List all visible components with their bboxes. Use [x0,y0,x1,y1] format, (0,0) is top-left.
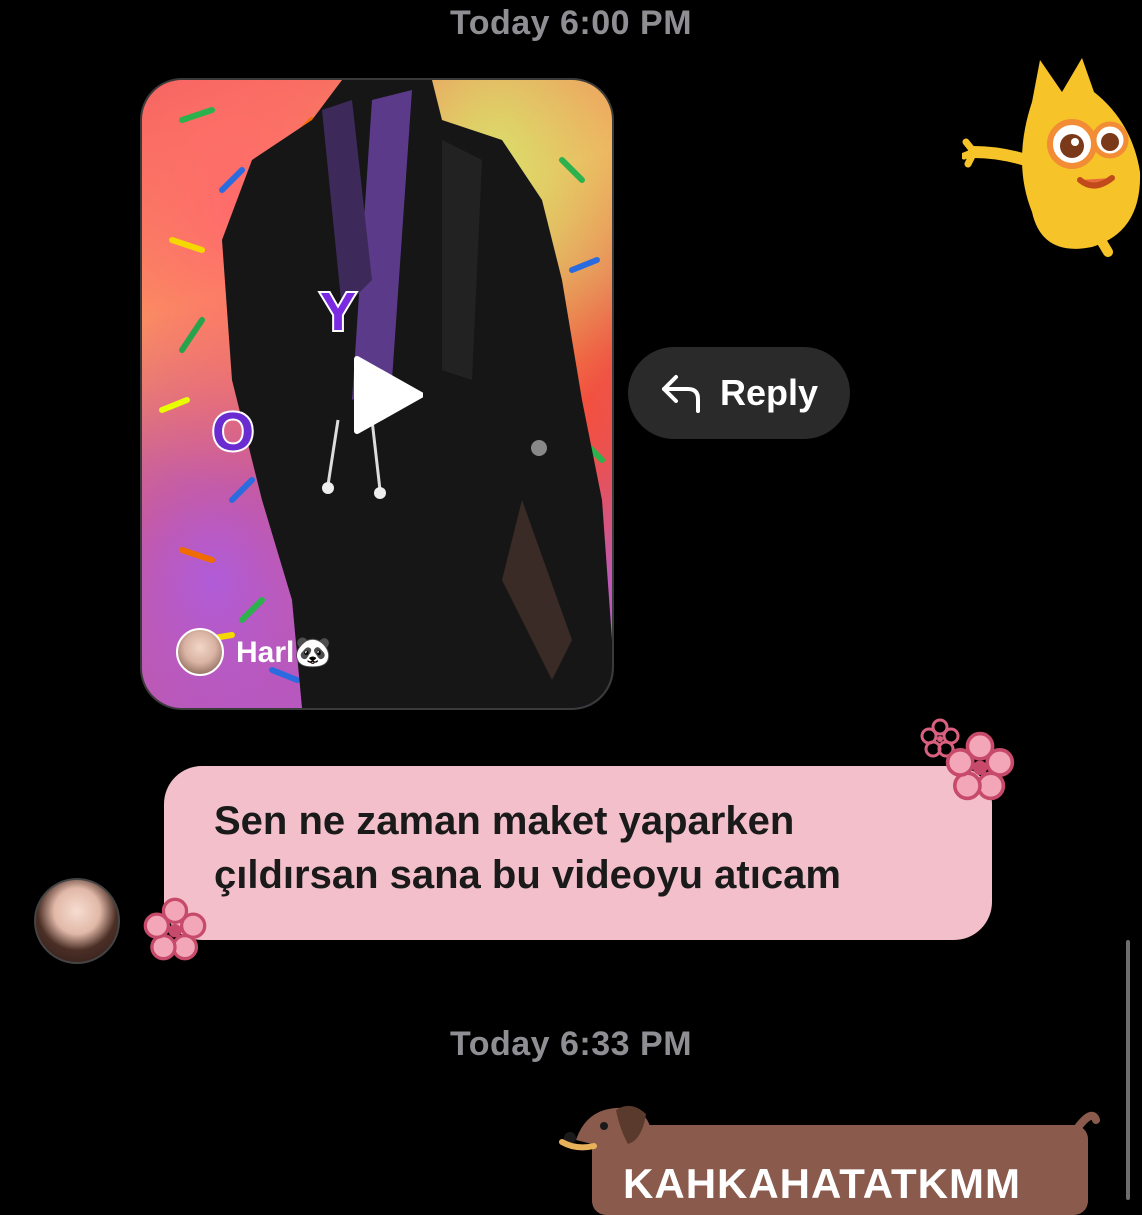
flower-sticker [143,897,207,961]
svg-text:O: O [212,402,254,462]
svg-text:Y: Y [320,282,356,342]
author-avatar [176,628,224,676]
author-name: Harl🐼 [236,635,332,669]
sender-avatar[interactable] [34,878,120,964]
flower-sticker [945,731,1015,801]
reply-button[interactable]: Reply [628,347,850,439]
timestamp: Today 6:33 PM [449,1025,693,1063]
video-author: Harl🐼 [176,628,332,676]
play-icon [354,356,423,434]
video-message[interactable]: O Y Harl🐼 [140,78,614,710]
incoming-message-text: Sen ne zaman maket yaparken çıldırsan sa… [214,799,841,897]
reply-label: Reply [719,372,819,413]
mascot-sticker [962,58,1141,257]
timestamp: Today 6:00 PM [449,4,693,42]
scrollbar[interactable] [1126,940,1130,1200]
outgoing-message-text: KAHKAHATATKMM [623,1160,1021,1207]
play-button[interactable] [347,355,427,435]
dog-sticker [559,1105,1100,1151]
reply-arrow-icon [661,375,700,413]
incoming-message-bubble[interactable]: Sen ne zaman maket yaparken çıldırsan sa… [164,766,992,940]
